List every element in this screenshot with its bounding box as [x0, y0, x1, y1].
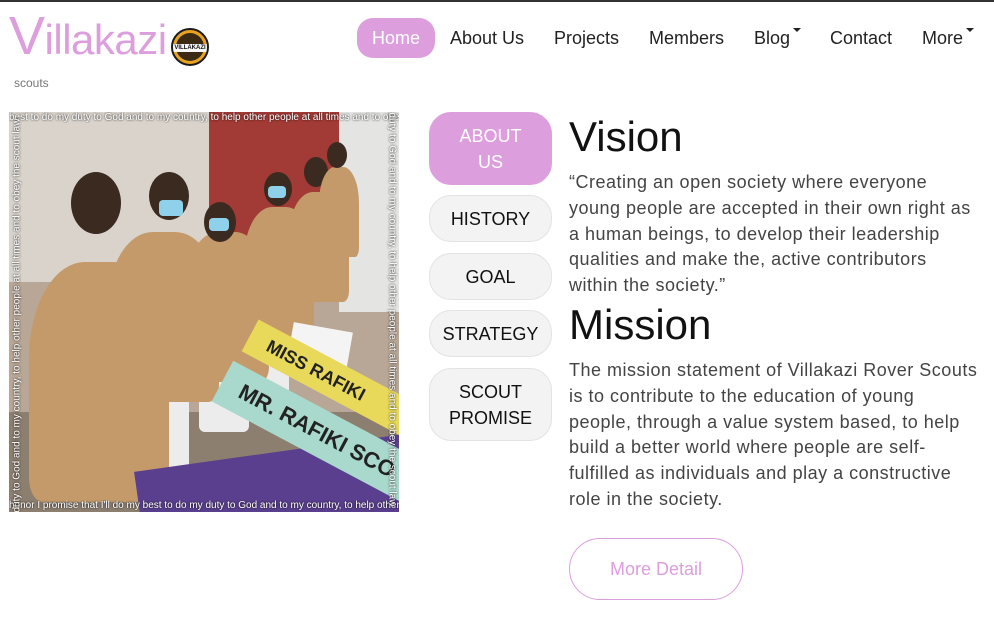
photo-caption-right: duty to God and to my country, to help o… — [386, 112, 398, 507]
mission-text: The mission statement of Villakazi Rover… — [569, 360, 978, 509]
tab-scout-promise[interactable]: SCOUT PROMISE — [429, 368, 552, 441]
vision-text: “Creating an open society where everyone… — [569, 172, 971, 296]
nav-home[interactable]: Home — [357, 18, 436, 58]
nav-contact[interactable]: Contact — [830, 18, 892, 58]
photo-caption-bottom: honor I promise that I'll do my best to … — [9, 500, 399, 511]
tab-about-us[interactable]: ABOUT US — [429, 112, 552, 185]
nav-about-us[interactable]: About Us — [450, 18, 524, 58]
caret-down-icon — [793, 28, 802, 32]
logo-wordmark: Villakazi — [9, 6, 167, 66]
mission-heading: Mission — [569, 301, 712, 348]
tagline: scouts — [14, 76, 49, 90]
nav-members[interactable]: Members — [649, 18, 724, 58]
caret-down-icon — [966, 28, 975, 32]
tab-goal[interactable]: GOAL — [429, 253, 552, 300]
nav-more[interactable]: More — [922, 18, 975, 58]
photo-caption-left: duty to God and to my country, to help o… — [11, 118, 23, 512]
vision-heading: Vision — [569, 113, 683, 160]
top-border — [0, 0, 994, 2]
scouts-meeting-photo: MISS RAFIKI MR. RAFIKI SCO best to do my… — [9, 112, 399, 512]
tab-history[interactable]: HISTORY — [429, 195, 552, 242]
nav-blog[interactable]: Blog — [754, 18, 802, 58]
nav-projects[interactable]: Projects — [554, 18, 619, 58]
photo-caption-top: best to do my duty to God and to my coun… — [9, 112, 399, 123]
tab-strategy[interactable]: STRATEGY — [429, 310, 552, 357]
more-detail-button[interactable]: More Detail — [569, 538, 743, 600]
scout-badge-icon: VILLAKAZI — [171, 28, 209, 66]
